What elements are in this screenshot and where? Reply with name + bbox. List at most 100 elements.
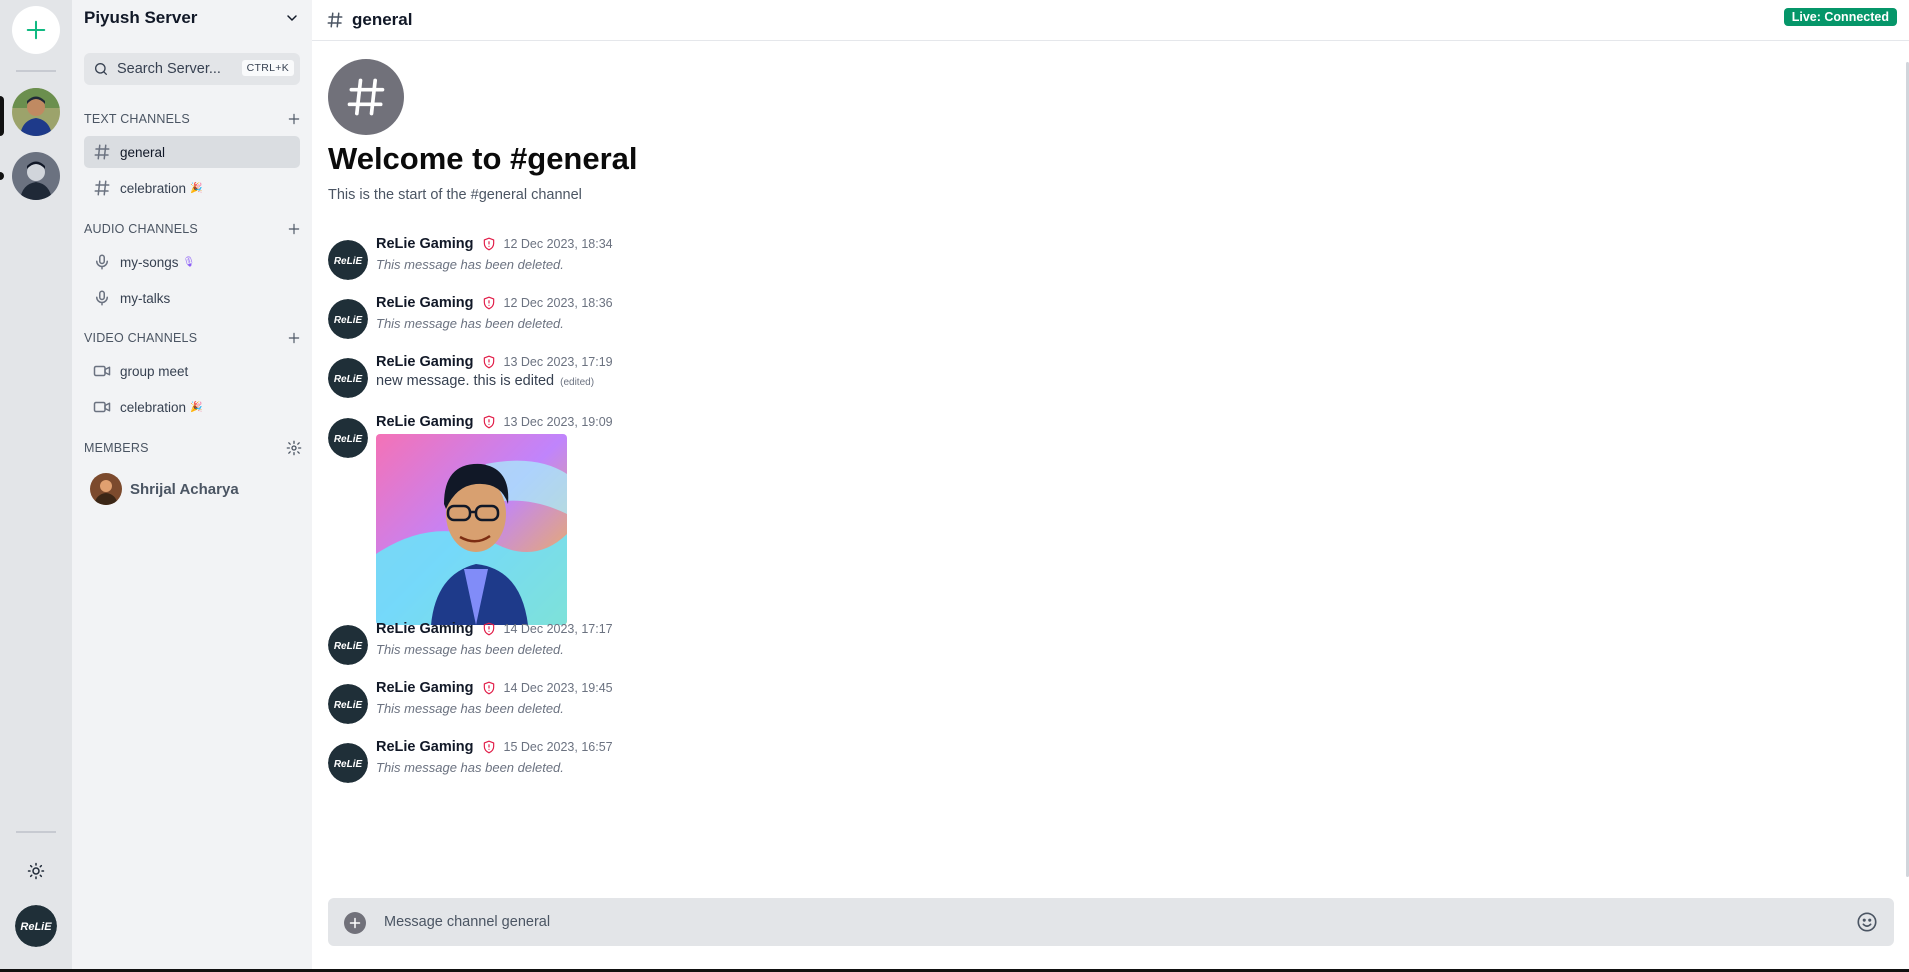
audio-channels-title: AUDIO CHANNELS [84, 222, 198, 236]
gear-icon [286, 440, 302, 456]
svg-text:ReLiE: ReLiE [334, 641, 363, 652]
party-emoji: 🎉 [190, 401, 203, 413]
message-header: ReLie Gaming 15 Dec 2023, 16:57 [376, 739, 613, 755]
channel-my-talks[interactable]: my-talks [84, 282, 300, 314]
create-video-channel-button[interactable] [286, 330, 302, 346]
channel-celebration[interactable]: celebration 🎉 [84, 172, 300, 204]
avatar [90, 473, 122, 505]
shield-alert-icon [482, 681, 496, 695]
attach-file-button[interactable] [344, 912, 366, 934]
user-avatar-button[interactable]: ReLiE [15, 905, 57, 947]
plus-icon [288, 332, 300, 344]
server-icon-2[interactable] [12, 152, 60, 200]
avatar[interactable]: ReLiE [328, 625, 368, 665]
avatar[interactable]: ReLiE [328, 358, 368, 398]
message-body-wrap: new message. this is edited (edited) [376, 373, 594, 389]
video-channels-title: VIDEO CHANNELS [84, 331, 198, 345]
search-label: Search Server... [117, 61, 221, 77]
member-item[interactable]: Shrijal Acharya [90, 472, 300, 506]
unread-server-indicator [0, 172, 4, 180]
plus-icon [288, 113, 300, 125]
channel-my-songs[interactable]: my-songs 🎙 [84, 246, 300, 278]
message-timestamp: 13 Dec 2023, 19:09 [503, 415, 613, 429]
svg-text:ReLiE: ReLiE [334, 315, 363, 326]
mic-icon [92, 288, 112, 308]
message-timestamp: 14 Dec 2023, 19:45 [503, 681, 613, 695]
message-author[interactable]: ReLie Gaming [376, 621, 474, 637]
theme-toggle-button[interactable] [22, 857, 50, 885]
plus-icon [349, 917, 361, 929]
message-author[interactable]: ReLie Gaming [376, 236, 474, 252]
manage-members-button[interactable] [286, 440, 302, 461]
welcome-title: Welcome to #general [328, 141, 638, 176]
search-shortcut: CTRL+K [241, 60, 294, 76]
shield-alert-icon [482, 355, 496, 369]
message-image-attachment[interactable] [376, 434, 567, 625]
message-input[interactable] [384, 898, 1784, 946]
message-author[interactable]: ReLie Gaming [376, 739, 474, 755]
hash-icon [347, 78, 385, 116]
create-text-channel-button[interactable] [286, 111, 302, 127]
shield-alert-icon [482, 237, 496, 251]
message-feed[interactable]: Welcome to #general This is the start of… [312, 42, 1902, 884]
app-root: ReLiE Piyush Server Search Server... CTR… [0, 0, 1909, 972]
svg-text:ReLiE: ReLiE [334, 434, 363, 445]
channel-label: group meet [120, 363, 189, 379]
avatar[interactable]: ReLiE [328, 240, 368, 280]
welcome-subtitle: This is the start of the #general channe… [328, 187, 582, 203]
smile-icon [1857, 912, 1877, 932]
text-channels-title: TEXT CHANNELS [84, 112, 190, 126]
party-emoji: 🎉 [190, 182, 203, 194]
channel-group-meet[interactable]: group meet [84, 355, 300, 387]
member-name: Shrijal Acharya [130, 480, 239, 498]
hash-icon [92, 178, 112, 198]
shield-alert-icon [482, 415, 496, 429]
video-icon [92, 397, 112, 417]
video-icon [92, 361, 112, 381]
message-timestamp: 13 Dec 2023, 17:19 [503, 355, 613, 369]
mic-emoji: 🎙 [182, 256, 196, 268]
shield-alert-icon [482, 296, 496, 310]
shield-alert-icon [482, 740, 496, 754]
create-audio-channel-button[interactable] [286, 221, 302, 237]
channel-general[interactable]: general [84, 136, 300, 168]
message-header: ReLie Gaming 13 Dec 2023, 19:09 [376, 414, 613, 430]
shield-alert-icon [482, 622, 496, 636]
channel-label: my-talks [120, 290, 171, 306]
svg-text:ReLiE: ReLiE [334, 374, 363, 385]
plus-icon [26, 20, 46, 40]
message-timestamp: 12 Dec 2023, 18:34 [503, 237, 613, 251]
connection-status-badge: Live: Connected [1783, 8, 1897, 26]
server-rail: ReLiE [0, 0, 72, 970]
channel-label: celebration [120, 180, 187, 196]
search-server-button[interactable]: Search Server... CTRL+K [84, 53, 300, 85]
message-author[interactable]: ReLie Gaming [376, 414, 474, 430]
avatar[interactable]: ReLiE [328, 299, 368, 339]
active-server-indicator [0, 96, 4, 136]
message-body: This message has been deleted. [376, 701, 564, 716]
message-body: This message has been deleted. [376, 257, 564, 272]
mic-icon [92, 252, 112, 272]
message-header: ReLie Gaming 12 Dec 2023, 18:34 [376, 236, 613, 252]
avatar[interactable]: ReLiE [328, 684, 368, 724]
add-server-button[interactable] [12, 6, 60, 54]
search-icon [95, 62, 107, 75]
edited-tag: (edited) [560, 377, 595, 388]
avatar[interactable]: ReLiE [328, 418, 368, 458]
hash-icon [92, 142, 112, 162]
rail-divider [16, 70, 56, 72]
message-author[interactable]: ReLie Gaming [376, 680, 474, 696]
emoji-picker-button[interactable] [1856, 911, 1878, 938]
message-header: ReLie Gaming 12 Dec 2023, 18:36 [376, 295, 613, 311]
avatar[interactable]: ReLiE [328, 743, 368, 783]
server-header-button[interactable]: Piyush Server [72, 0, 312, 36]
svg-text:ReLiE: ReLiE [334, 759, 363, 770]
message-composer [328, 898, 1894, 946]
message-author[interactable]: ReLie Gaming [376, 295, 474, 311]
svg-text:ReLiE: ReLiE [20, 921, 52, 933]
message-body: This message has been deleted. [376, 642, 564, 657]
message-author[interactable]: ReLie Gaming [376, 354, 474, 370]
channel-celebration-video[interactable]: celebration 🎉 [84, 391, 300, 423]
rail-divider-bottom [16, 831, 56, 833]
server-icon-1[interactable] [12, 88, 60, 136]
